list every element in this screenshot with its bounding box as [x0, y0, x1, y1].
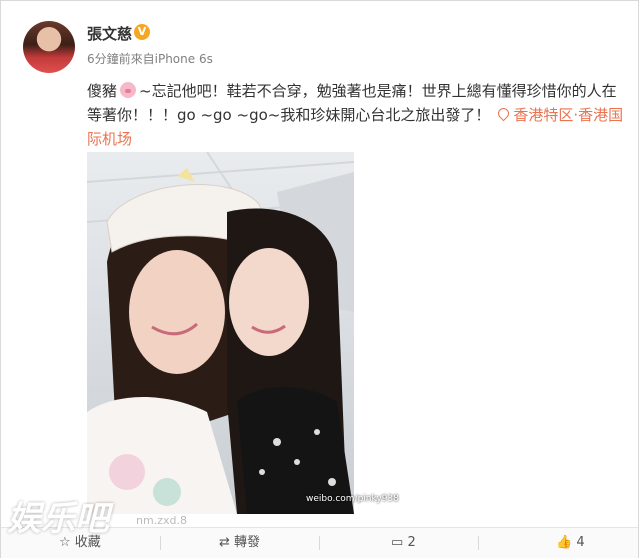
user-name[interactable]: 張文慈 [87, 23, 132, 44]
divider [319, 536, 320, 550]
post-photo[interactable] [87, 152, 354, 514]
repost-label: 轉發 [234, 535, 261, 550]
like-button[interactable]: 👍 4 [556, 528, 585, 558]
watermark-logo: 娱乐吧 [7, 499, 109, 539]
user-avatar[interactable] [23, 21, 75, 73]
thumbs-up-icon: 👍 [556, 535, 573, 550]
weibo-post-card: 張文慈 V 6分鐘前來自iPhone 6s 傻豬 ~忘記他吧！鞋若不合穿，勉強著也… [0, 0, 639, 558]
pig-emoji-icon [120, 82, 137, 98]
comment-count: 2 [407, 535, 416, 550]
watermark-sub: nm.zxd.8 [136, 514, 187, 527]
comment-button[interactable]: ▭ 2 [391, 528, 416, 558]
location-pin-icon [496, 105, 512, 122]
post-text: 傻豬 ~忘記他吧！鞋若不合穿，勉強著也是痛！世界上總有懂得珍惜你的人在等著你！！！… [87, 79, 627, 151]
repost-icon: ⇄ [219, 535, 230, 550]
photo-credit: weibo.com/pinky938 [306, 494, 399, 504]
comment-icon: ▭ [391, 535, 404, 550]
post-text-part1: 傻豬 [87, 82, 118, 100]
divider [160, 536, 161, 550]
repost-button[interactable]: ⇄ 轉發 [219, 528, 260, 558]
like-count: 4 [576, 535, 585, 550]
post-meta: 6分鐘前來自iPhone 6s [87, 52, 213, 66]
divider [478, 536, 479, 550]
photo-illustration [87, 152, 354, 514]
verified-icon: V [134, 24, 150, 40]
